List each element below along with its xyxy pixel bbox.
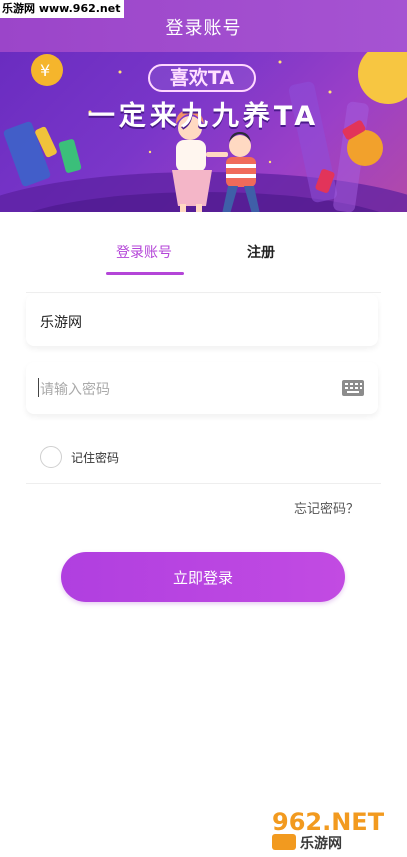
site-watermark-logo: 962.NET 乐游网 <box>266 803 402 853</box>
forgot-password-link[interactable]: 忘记密码？ <box>294 498 359 517</box>
svg-text:¥: ¥ <box>40 61 50 80</box>
divider <box>26 483 381 484</box>
login-button[interactable]: 立即登录 <box>61 552 345 602</box>
tab-register[interactable]: 注册 <box>247 242 275 262</box>
keyboard-icon[interactable] <box>342 380 364 396</box>
watermark-logo-subtext: 乐游网 <box>300 835 342 852</box>
page-title: 登录账号 <box>165 18 242 39</box>
auth-tabs: 登录账号 注册 <box>0 232 407 278</box>
tab-login[interactable]: 登录账号 <box>116 242 172 262</box>
remember-label: 记住密码 <box>71 450 120 465</box>
username-field[interactable]: 乐游网 <box>26 294 378 346</box>
password-placeholder: 请输入密码 <box>40 382 110 398</box>
promo-banner[interactable]: ¥ 喜欢TA 一定来九九养TA <box>0 52 407 212</box>
username-value: 乐游网 <box>40 315 82 331</box>
watermark-logo-text: 962.NET <box>272 808 385 836</box>
divider <box>26 292 381 293</box>
banner-slogan: 一定来九九养TA <box>87 101 320 132</box>
text-cursor <box>38 378 39 397</box>
watermark-top: 乐游网 www.962.net <box>0 0 125 18</box>
banner-tag: 喜欢TA <box>148 64 256 92</box>
remember-password-option[interactable]: 记住密码 <box>40 444 119 470</box>
tab-active-indicator <box>106 272 184 275</box>
password-field[interactable]: 请输入密码 <box>26 362 378 414</box>
remember-checkbox[interactable] <box>40 446 62 468</box>
